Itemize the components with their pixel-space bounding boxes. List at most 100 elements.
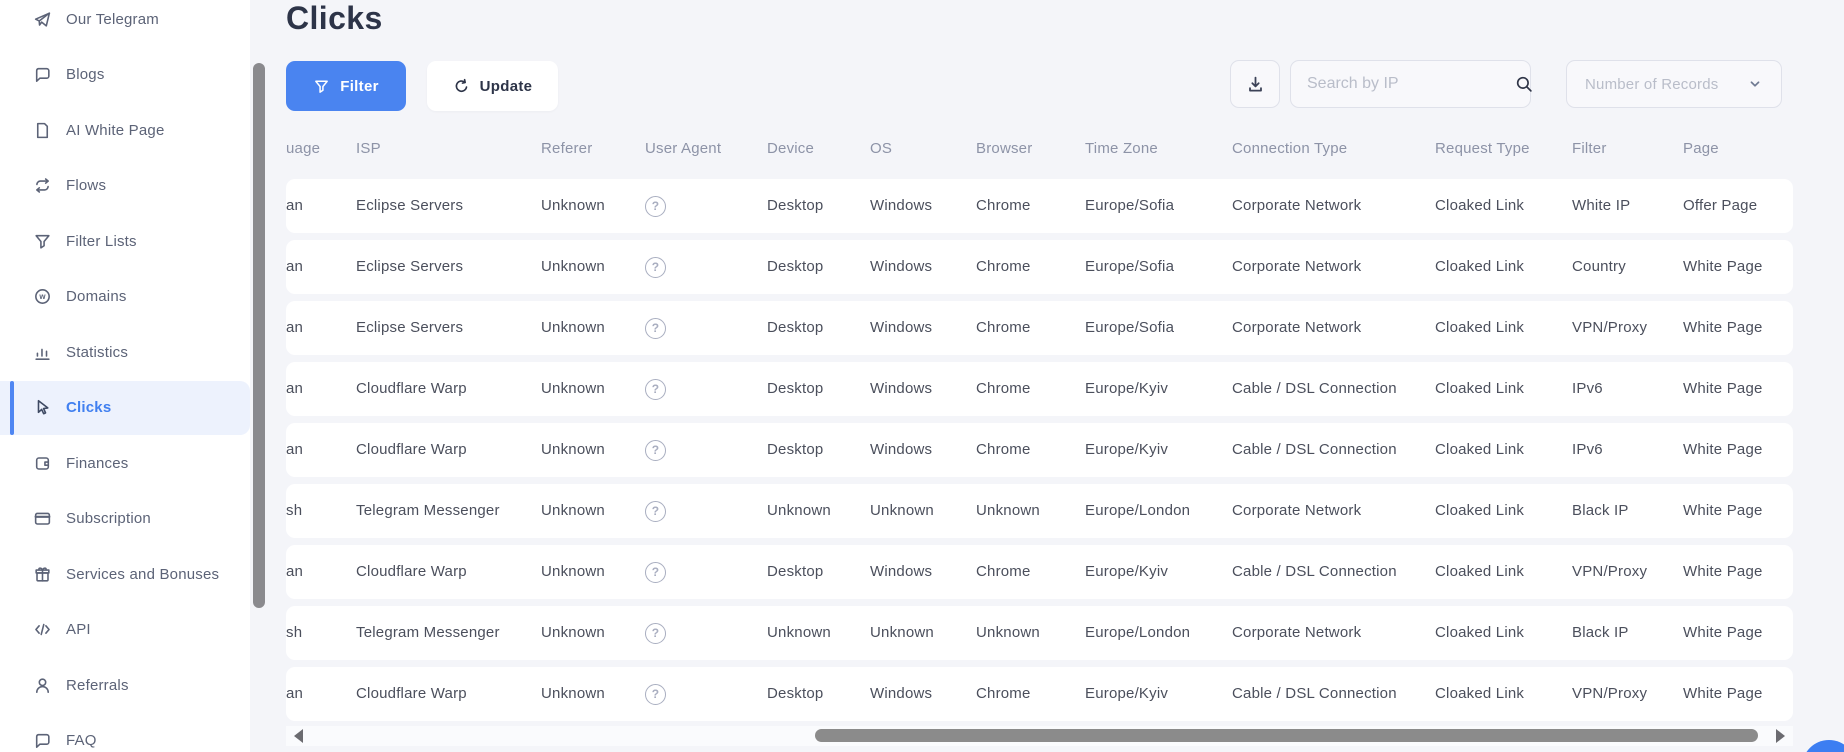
- column-header-isp: ISP: [356, 140, 381, 157]
- question-mark-icon[interactable]: ?: [645, 378, 666, 400]
- sidebar-item-api[interactable]: API: [0, 603, 250, 657]
- cell-user-agent: ?: [645, 545, 767, 599]
- cell-time-zone: Europe/Sofia: [1085, 258, 1175, 275]
- cell-user-agent: ?: [645, 423, 767, 477]
- search-input[interactable]: [1307, 75, 1514, 93]
- records-dropdown-value: Number of Records: [1585, 75, 1719, 93]
- cell-os: Windows: [870, 380, 933, 397]
- sidebar-item-label: Clicks: [66, 399, 112, 416]
- cell-browser: Unknown: [976, 624, 1040, 641]
- scroll-left-arrow-icon[interactable]: [294, 729, 303, 743]
- cell-os: Windows: [870, 197, 933, 214]
- cell-lang: an: [286, 441, 304, 458]
- cell-browser: Chrome: [976, 380, 1031, 397]
- question-mark-icon[interactable]: ?: [645, 500, 666, 522]
- question-mark-icon[interactable]: ?: [645, 561, 666, 583]
- table-row: an Cloudflare Warp Unknown? Desktop Windows C…: [286, 362, 1793, 416]
- sidebar-item-blogs[interactable]: Blogs: [0, 48, 250, 102]
- page-icon: [32, 120, 52, 140]
- cell-connection-type: Corporate Network: [1232, 197, 1362, 214]
- sidebar-item-subscription[interactable]: Subscription: [0, 492, 250, 546]
- cell-user-agent: ?: [645, 484, 767, 538]
- cell-page: White Page: [1683, 319, 1763, 336]
- cell-time-zone: Europe/Kyiv: [1085, 563, 1169, 580]
- sidebar-item-filter-lists[interactable]: Filter Lists: [0, 214, 250, 268]
- sidebar-item-finances[interactable]: Finances: [0, 436, 250, 490]
- cell-filter: Black IP: [1572, 624, 1629, 641]
- download-button[interactable]: [1230, 60, 1280, 108]
- chat-icon: [32, 65, 52, 85]
- cell-request-type: Cloaked Link: [1435, 685, 1525, 702]
- cell-request-type: Cloaked Link: [1435, 624, 1525, 641]
- cell-lang: an: [286, 563, 304, 580]
- main-content: Clicks Filter Update Number of Records u…: [250, 0, 1844, 752]
- cell-time-zone: Europe/Sofia: [1085, 319, 1175, 336]
- cell-referer: Unknown: [541, 319, 605, 336]
- question-mark-icon[interactable]: ?: [645, 683, 666, 705]
- filter-button[interactable]: Filter: [286, 61, 406, 111]
- cell-browser: Chrome: [976, 258, 1031, 275]
- question-mark-icon[interactable]: ?: [645, 622, 666, 644]
- sidebar-scrollbar[interactable]: [253, 63, 265, 608]
- sidebar-item-referrals[interactable]: Referrals: [0, 658, 250, 712]
- question-mark-icon[interactable]: ?: [645, 256, 666, 278]
- column-header-filter: Filter: [1572, 140, 1607, 157]
- cell-isp: Telegram Messenger: [356, 624, 500, 641]
- cell-filter: Country: [1572, 258, 1626, 275]
- cell-user-agent: ?: [645, 301, 767, 355]
- cell-os: Windows: [870, 319, 933, 336]
- sidebar-item-clicks[interactable]: Clicks: [0, 380, 250, 435]
- column-header-device: Device: [767, 140, 815, 157]
- search-icon[interactable]: [1514, 74, 1534, 94]
- question-mark-icon[interactable]: ?: [645, 439, 666, 461]
- column-header-user-agent: User Agent: [645, 140, 722, 157]
- cell-user-agent: ?: [645, 362, 767, 416]
- column-header-uage: uage: [286, 140, 321, 157]
- cell-filter: VPN/Proxy: [1572, 685, 1648, 702]
- horizontal-scrollbar-thumb[interactable]: [815, 729, 1758, 742]
- sidebar-item-our-telegram[interactable]: Our Telegram: [0, 0, 250, 46]
- question-mark-icon[interactable]: ?: [645, 195, 666, 217]
- table-header-row: uage ISP Referer User Agent Device OS Browser T…: [286, 140, 1793, 157]
- sidebar: Our Telegram Blogs AI White Page Flows Filte…: [0, 0, 250, 752]
- cell-isp: Telegram Messenger: [356, 502, 500, 519]
- cell-page: White Page: [1683, 685, 1763, 702]
- horizontal-scrollbar[interactable]: [286, 726, 1793, 746]
- cell-request-type: Cloaked Link: [1435, 258, 1525, 275]
- cell-referer: Unknown: [541, 685, 605, 702]
- sidebar-item-domains[interactable]: w Domains: [0, 270, 250, 324]
- column-header-connection-type: Connection Type: [1232, 140, 1348, 157]
- records-dropdown[interactable]: Number of Records: [1566, 60, 1782, 108]
- cell-filter: VPN/Proxy: [1572, 319, 1648, 336]
- chat-icon: [32, 731, 52, 751]
- cell-lang: an: [286, 197, 304, 214]
- cell-page: White Page: [1683, 624, 1763, 641]
- sidebar-item-ai-white-page[interactable]: AI White Page: [0, 103, 250, 157]
- sidebar-item-label: Blogs: [66, 66, 105, 83]
- table-row: sh Telegram Messenger Unknown? Unknown Unkno…: [286, 484, 1793, 538]
- question-mark-icon[interactable]: ?: [645, 317, 666, 339]
- cell-request-type: Cloaked Link: [1435, 502, 1525, 519]
- sidebar-item-flows[interactable]: Flows: [0, 159, 250, 213]
- cell-browser: Chrome: [976, 319, 1031, 336]
- table-row: an Cloudflare Warp Unknown? Desktop Windows C…: [286, 423, 1793, 477]
- cell-time-zone: Europe/Kyiv: [1085, 441, 1169, 458]
- update-button[interactable]: Update: [427, 61, 558, 111]
- cell-isp: Eclipse Servers: [356, 258, 464, 275]
- sidebar-item-services-and-bonuses[interactable]: Services and Bonuses: [0, 547, 250, 601]
- cell-user-agent: ?: [645, 179, 767, 233]
- search-box[interactable]: [1290, 60, 1534, 108]
- cell-connection-type: Cable / DSL Connection: [1232, 441, 1397, 458]
- cell-device: Unknown: [767, 502, 831, 519]
- sidebar-item-faq[interactable]: FAQ: [0, 714, 250, 752]
- download-icon: [1246, 75, 1265, 94]
- cell-user-agent: ?: [645, 606, 767, 660]
- sidebar-item-label: API: [66, 621, 91, 638]
- person-icon: [32, 675, 52, 695]
- cell-page: White Page: [1683, 258, 1763, 275]
- cell-isp: Cloudflare Warp: [356, 563, 467, 580]
- cell-os: Unknown: [870, 624, 934, 641]
- cell-filter: IPv6: [1572, 441, 1603, 458]
- sidebar-item-statistics[interactable]: Statistics: [0, 325, 250, 379]
- scroll-right-arrow-icon[interactable]: [1776, 729, 1785, 743]
